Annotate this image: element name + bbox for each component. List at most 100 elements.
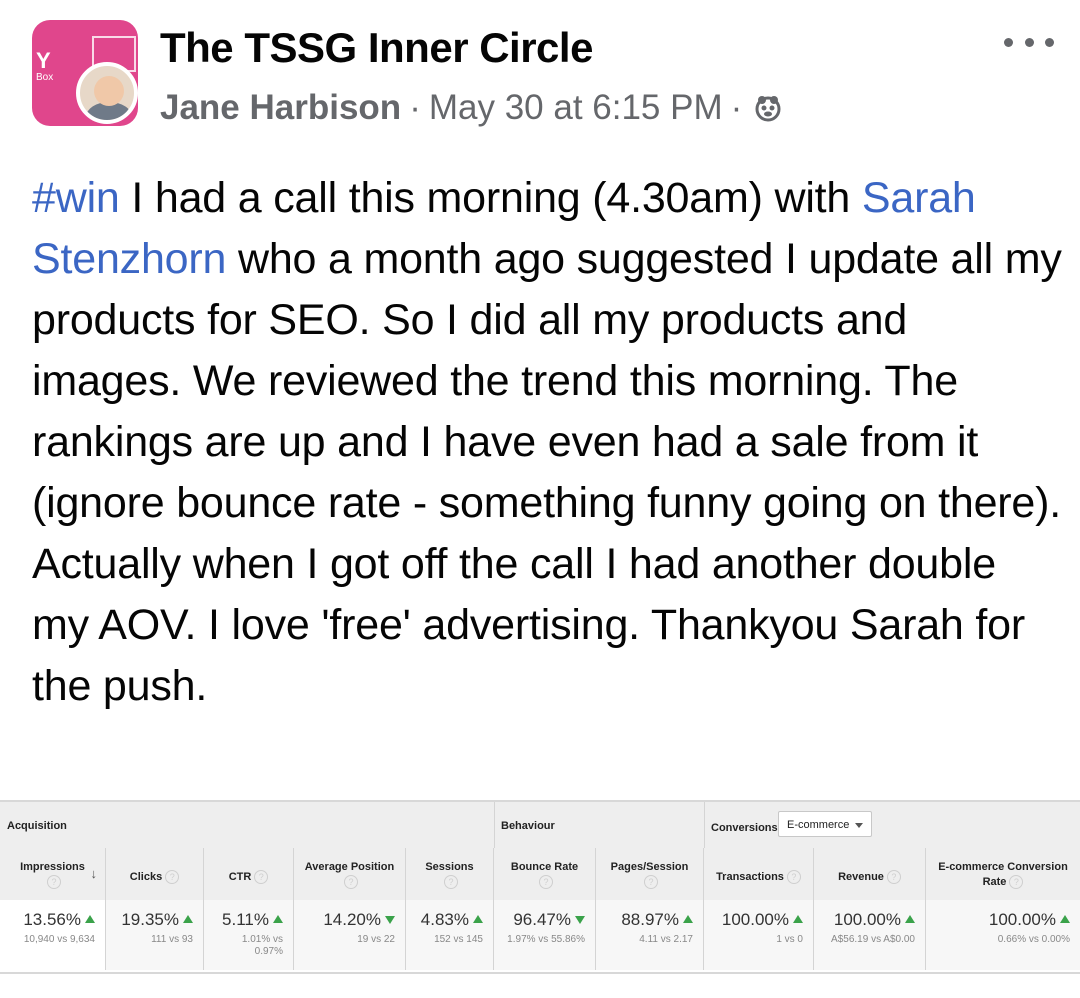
help-icon[interactable]: ? — [254, 870, 269, 885]
thumb-text: Y — [36, 48, 51, 73]
conversions-type-dropdown[interactable]: E-commerce — [778, 811, 872, 837]
column-name: Revenue? — [814, 870, 925, 885]
trend-up-icon — [905, 915, 915, 923]
section-label: Acquisition — [7, 820, 67, 832]
meta-separator: · — [730, 88, 743, 127]
metric-cell-bounce-rate: 96.47% 1.97% vs 55.86% — [494, 900, 596, 970]
column-header-impressions[interactable]: Impressions? ↓ — [0, 848, 106, 900]
percent-change: 100.00% — [722, 910, 803, 930]
help-icon[interactable]: ? — [786, 870, 801, 885]
author-avatar[interactable] — [76, 62, 138, 124]
analytics-summary-table: Acquisition Behaviour Conversions E-comm… — [0, 800, 1080, 974]
help-icon[interactable]: ? — [539, 875, 553, 890]
column-name: Transactions? — [704, 870, 813, 885]
group-privacy-icon — [755, 96, 781, 122]
section-header-row: Acquisition Behaviour Conversions E-comm… — [0, 802, 1080, 849]
metric-cell-revenue: 100.00% A$56.19 vs A$0.00 — [814, 900, 926, 970]
dot — [1045, 37, 1054, 47]
section-behaviour: Behaviour — [494, 802, 705, 848]
column-header-average-position[interactable]: Average Position? — [294, 848, 406, 900]
percent-change: 100.00% — [989, 910, 1070, 930]
comparison-values: 10,940 vs 9,634 — [23, 934, 95, 945]
column-name: Bounce Rate? — [510, 861, 579, 890]
column-header-ecommerce-conversion-rate[interactable]: E-commerce Conversion Rate? — [926, 848, 1080, 900]
more-options-icon[interactable] — [1004, 30, 1054, 54]
help-icon[interactable]: ? — [644, 875, 658, 890]
help-icon[interactable]: ? — [444, 875, 458, 890]
section-acquisition: Acquisition — [0, 802, 495, 848]
metric-cell-clicks: 19.35% 111 vs 93 — [106, 900, 204, 970]
trend-up-icon — [473, 915, 483, 923]
column-name: Impressions? — [20, 861, 85, 890]
percent-change: 19.35% — [121, 910, 193, 930]
metric-cell-impressions: 13.56% 10,940 vs 9,634 — [0, 900, 106, 970]
help-icon[interactable]: ? — [47, 875, 61, 890]
comparison-values: 111 vs 93 — [151, 934, 193, 945]
post-header: Y Box The TSSG Inner Circle Jane Harbiso… — [0, 0, 1080, 150]
column-header-clicks[interactable]: Clicks? — [106, 848, 204, 900]
section-conversions: Conversions E-commerce — [704, 802, 1080, 848]
comparison-values: 152 vs 145 — [434, 934, 483, 945]
dropdown-value: E-commerce — [787, 819, 850, 831]
percent-change: 5.11% — [222, 910, 283, 930]
post-text-part: I had a call this morning (4.30am) with — [119, 174, 862, 222]
comparison-values: 1.97% vs 55.86% — [507, 934, 585, 945]
column-name: Clicks? — [106, 870, 203, 885]
comparison-values: 1 vs 0 — [776, 934, 803, 945]
help-icon[interactable]: ? — [344, 875, 358, 890]
dot — [1024, 37, 1034, 47]
comparison-values: 1.01% vs 0.97% — [241, 934, 283, 957]
trend-down-icon — [385, 916, 395, 924]
trend-up-icon — [273, 915, 283, 923]
post-body: #win I had a call this morning (4.30am) … — [32, 168, 1062, 717]
comparison-values: 19 vs 22 — [357, 934, 395, 945]
hashtag-link[interactable]: #win — [32, 174, 120, 222]
metric-cell-ctr: 5.11% 1.01% vs 0.97% — [204, 900, 294, 970]
column-name: E-commerce Conversion Rate? — [938, 861, 1068, 890]
percent-change: 100.00% — [834, 910, 915, 930]
avatar-face-shape — [94, 76, 124, 106]
metric-cell-pages-session: 88.97% 4.11 vs 2.17 — [596, 900, 704, 970]
trend-up-icon — [683, 915, 693, 923]
column-header-sessions[interactable]: Sessions? — [406, 848, 494, 900]
help-icon[interactable]: ? — [886, 870, 901, 885]
percent-change: 96.47% — [513, 910, 585, 930]
author-name-link[interactable]: Jane Harbison — [160, 88, 401, 128]
column-header-ctr[interactable]: CTR? — [204, 848, 294, 900]
column-header-revenue[interactable]: Revenue? — [814, 848, 926, 900]
comparison-values: A$56.19 vs A$0.00 — [831, 934, 915, 945]
metric-cell-transactions: 100.00% 1 vs 0 — [704, 900, 814, 970]
help-icon[interactable]: ? — [1009, 875, 1024, 890]
trend-up-icon — [85, 915, 95, 923]
comparison-values: 4.11 vs 2.17 — [639, 934, 693, 945]
thumb-subtext: Box — [36, 72, 54, 83]
trend-down-icon — [575, 916, 585, 924]
trend-up-icon — [183, 915, 193, 923]
percent-change: 13.56% — [23, 910, 95, 930]
group-name-link[interactable]: The TSSG Inner Circle — [160, 24, 593, 72]
column-name: Sessions? — [425, 861, 474, 890]
metric-header-row: Impressions? ↓ Clicks? CTR? Average Posi… — [0, 848, 1080, 901]
column-name: Average Position? — [304, 861, 395, 890]
trend-up-icon — [793, 915, 803, 923]
metric-cell-ecommerce-conversion-rate: 100.00% 0.66% vs 0.00% — [926, 900, 1080, 970]
comparison-values: 0.66% vs 0.00% — [997, 934, 1070, 945]
column-name: Pages/Session? — [610, 861, 689, 890]
post-timestamp[interactable]: May 30 at 6:15 PM — [429, 88, 723, 128]
section-label: Behaviour — [501, 820, 555, 832]
post-text-part: who a month ago suggested I update all m… — [32, 235, 1062, 710]
column-header-bounce-rate[interactable]: Bounce Rate? — [494, 848, 596, 900]
metric-cell-average-position: 14.20% 19 vs 22 — [294, 900, 406, 970]
chevron-down-icon — [855, 823, 863, 828]
trend-up-icon — [1060, 915, 1070, 923]
meta-separator: · — [409, 88, 421, 127]
column-name: CTR? — [204, 870, 293, 885]
percent-change: 4.83% — [421, 910, 483, 930]
help-icon[interactable]: ? — [165, 870, 180, 885]
column-header-transactions[interactable]: Transactions? — [704, 848, 814, 900]
sort-descending-icon[interactable]: ↓ — [91, 866, 98, 881]
column-header-pages-session[interactable]: Pages/Session? — [596, 848, 704, 900]
section-label: Conversions — [711, 822, 778, 834]
percent-change: 14.20% — [323, 910, 395, 930]
metric-cell-sessions: 4.83% 152 vs 145 — [406, 900, 494, 970]
